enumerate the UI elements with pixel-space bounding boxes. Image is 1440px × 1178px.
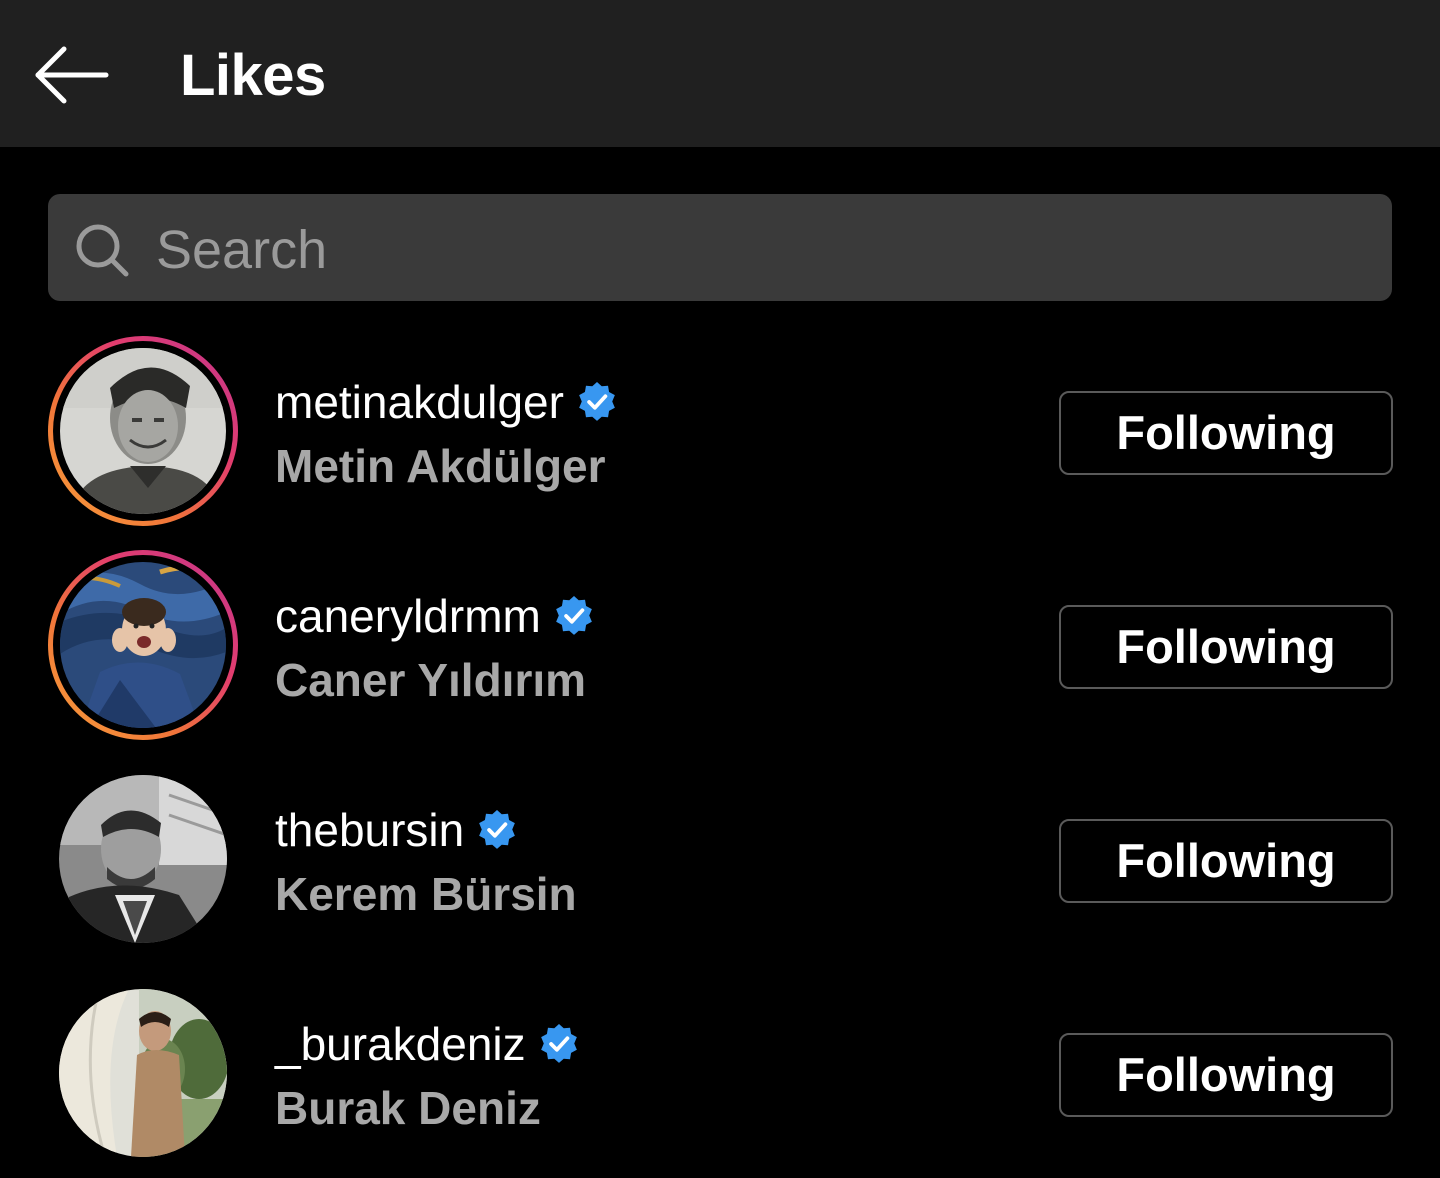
profile-photo [59, 989, 227, 1157]
page-title: Likes [180, 43, 326, 108]
full-name: Metin Akdülger [275, 440, 606, 492]
avatar[interactable] [48, 336, 238, 526]
username[interactable]: caneryldrmm [275, 588, 541, 644]
list-item[interactable]: caneryldrmm Caner Yıldırım Following [0, 550, 1440, 750]
full-name: Burak Deniz [275, 1082, 541, 1134]
avatar[interactable] [48, 764, 238, 954]
following-button[interactable]: Following [1059, 605, 1393, 689]
following-button[interactable]: Following [1059, 819, 1393, 903]
username[interactable]: thebursin [275, 802, 464, 858]
following-button[interactable]: Following [1059, 1033, 1393, 1117]
username[interactable]: _burakdeniz [275, 1016, 526, 1072]
list-item[interactable]: _burakdeniz Burak Deniz Following [0, 978, 1440, 1178]
avatar[interactable] [48, 550, 238, 740]
arrow-left-icon [35, 46, 109, 104]
verified-badge-icon [479, 810, 516, 849]
profile-photo [59, 775, 227, 943]
username[interactable]: metinakdulger [275, 374, 564, 430]
search-input[interactable] [156, 212, 1356, 288]
back-button[interactable] [30, 40, 110, 110]
avatar[interactable] [48, 978, 238, 1168]
verified-badge-icon [540, 1024, 577, 1063]
search-icon [76, 224, 129, 277]
full-name: Kerem Bürsin [275, 868, 577, 920]
list-item[interactable]: thebursin Kerem Bürsin Following [0, 764, 1440, 964]
verified-badge-icon [555, 596, 592, 635]
profile-photo [60, 348, 226, 514]
full-name: Caner Yıldırım [275, 654, 587, 706]
following-button[interactable]: Following [1059, 391, 1393, 475]
verified-badge-icon [579, 382, 615, 421]
username-line: _burakdeniz [275, 1016, 580, 1072]
top-bar: Likes [0, 0, 1440, 147]
username-line: thebursin [275, 802, 518, 858]
username-line: caneryldrmm [275, 588, 595, 644]
profile-photo [60, 562, 226, 728]
username-line: metinakdulger [275, 374, 618, 430]
list-item[interactable]: metinakdulger Metin Akdülger Following [0, 336, 1440, 536]
